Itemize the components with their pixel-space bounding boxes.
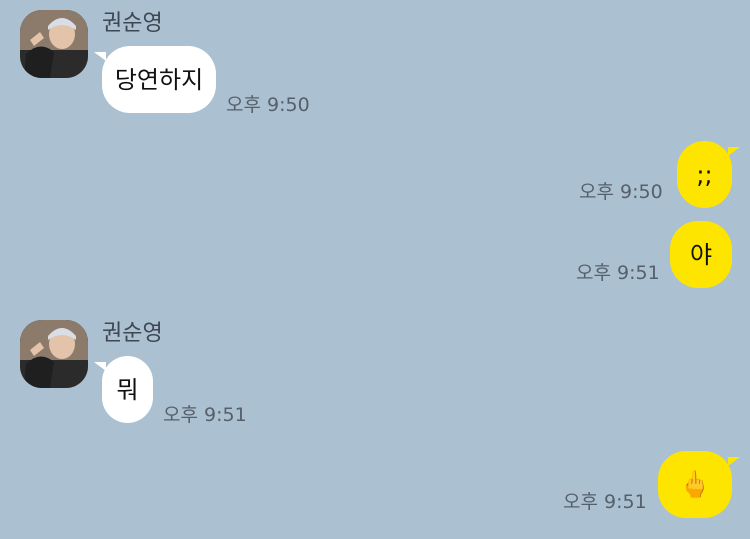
message-text: 뭐	[116, 375, 139, 404]
message-time: 오후 9:51	[563, 491, 647, 513]
message-time: 오후 9:51	[163, 404, 247, 426]
outgoing-message-bubble[interactable]: ;;	[677, 141, 740, 208]
message-time: 오후 9:50	[579, 181, 663, 203]
sender-name: 권순영	[102, 11, 163, 36]
message-time: 오후 9:51	[576, 262, 660, 284]
profile-photo	[20, 10, 88, 78]
message-text: ;;	[696, 160, 713, 189]
incoming-message-bubble[interactable]: 뭐	[94, 356, 153, 423]
sender-name: 권순영	[102, 321, 163, 346]
outgoing-message-bubble[interactable]: 🖕	[658, 451, 740, 518]
outgoing-message-bubble[interactable]: 야	[670, 221, 732, 288]
message-text: 야	[689, 240, 713, 269]
middle-finger-emoji-icon: 🖕	[678, 469, 712, 500]
profile-photo	[20, 320, 88, 388]
sender-avatar[interactable]	[20, 10, 88, 78]
message-time: 오후 9:50	[226, 94, 310, 116]
message-text: 당연하지	[114, 65, 204, 94]
sender-avatar[interactable]	[20, 320, 88, 388]
incoming-message-bubble[interactable]: 당연하지	[94, 46, 216, 113]
